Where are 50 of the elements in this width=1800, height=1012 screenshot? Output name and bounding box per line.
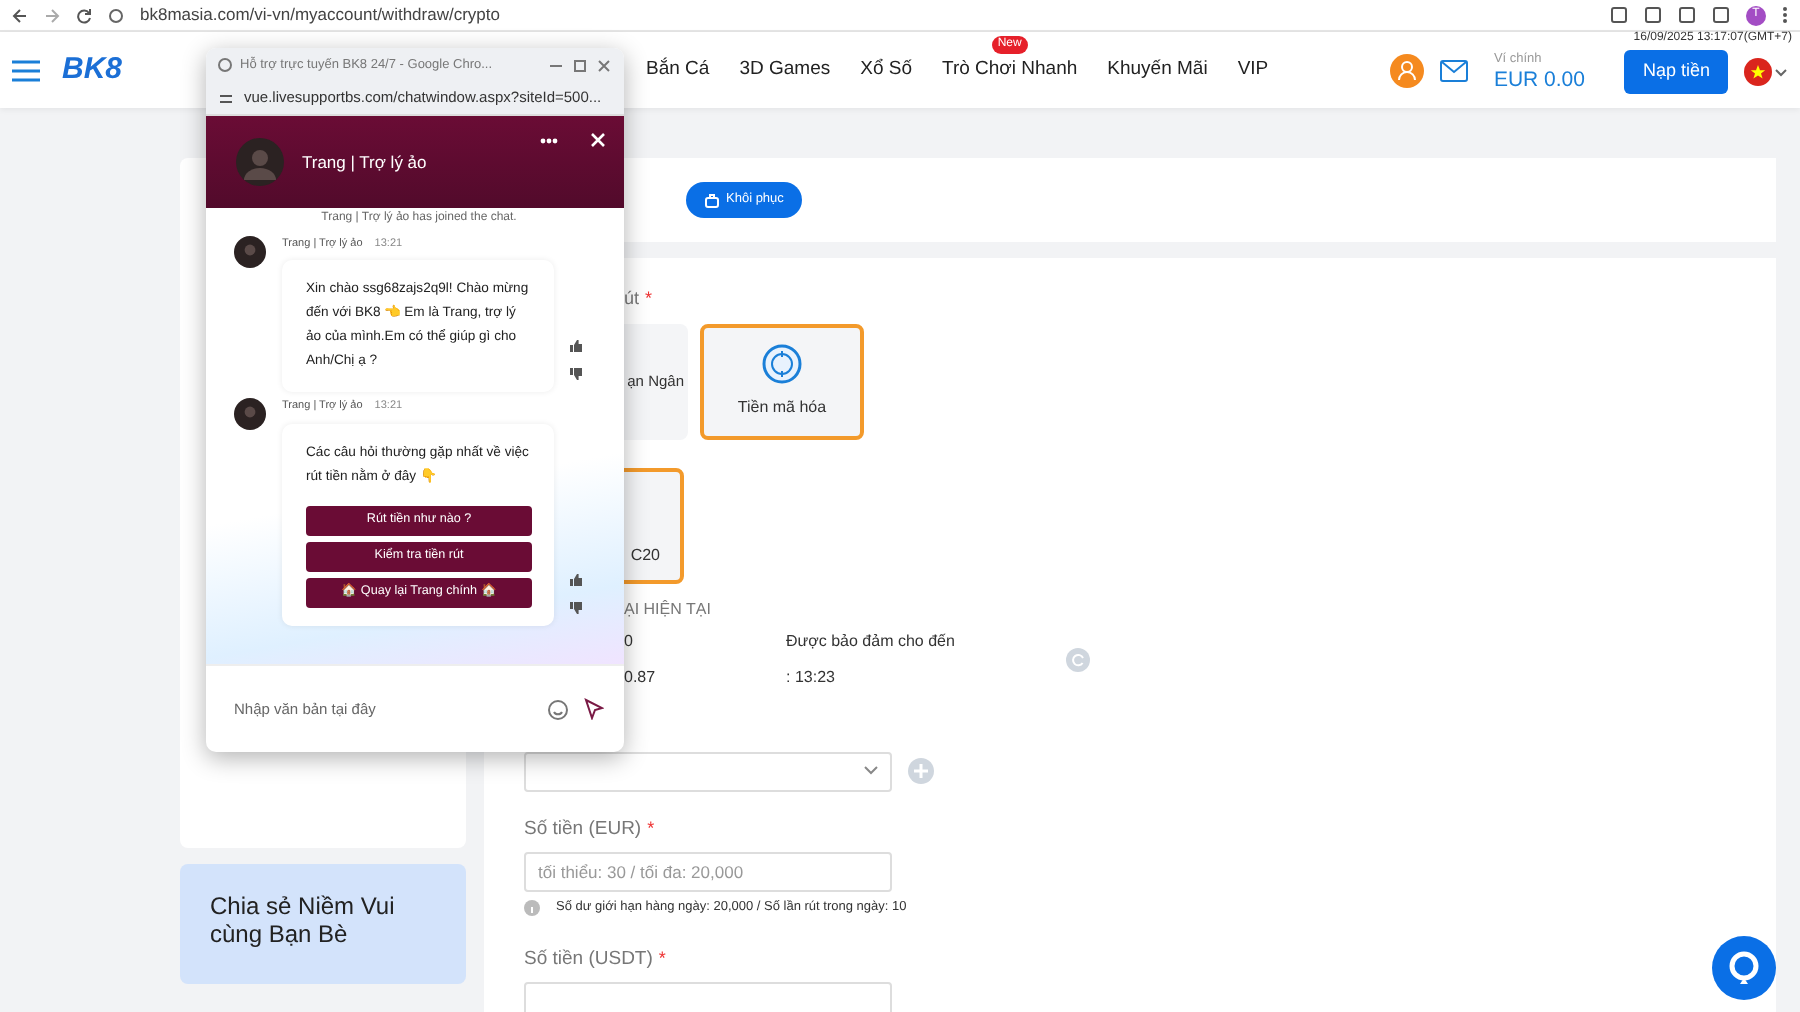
bag-icon: [704, 192, 720, 208]
chevron-icon: [864, 766, 878, 776]
reload-icon[interactable]: [76, 7, 92, 23]
field-label: Số tiền (USDT): [524, 945, 653, 973]
deposit-button[interactable]: Nạp tiền: [1624, 50, 1728, 94]
menu-icon[interactable]: [12, 59, 40, 81]
required-mark: *: [658, 945, 666, 971]
guarantee-label: Được bảo đảm cho đến: [786, 629, 957, 653]
wallet-balance: EUR 0.00: [1493, 70, 1585, 92]
maximize-icon[interactable]: [572, 57, 588, 73]
info-icon: [524, 899, 540, 916]
exchange-rate: 0.87: [624, 665, 658, 689]
payment-method-option[interactable]: Tiền mã hóa: [700, 323, 864, 439]
field-label: Số tiền (EUR): [524, 815, 642, 843]
agent-name: Trang | Trợ lý ảo: [302, 149, 429, 175]
promo-card[interactable]: Chia sẻ Niềm Vui cùng Bạn Bè: [180, 864, 466, 984]
required-mark: *: [647, 815, 655, 841]
site-logo[interactable]: BK8: [62, 47, 123, 93]
site-info-icon[interactable]: [218, 91, 234, 105]
thumbs-up-icon[interactable]: [570, 340, 582, 353]
nav-link[interactable]: Xổ Số: [860, 57, 912, 80]
required-mark: *: [645, 286, 653, 312]
guarantee-time: : 13:23: [786, 665, 837, 689]
nav-link[interactable]: Trò Chơi Nhanh: [942, 57, 1078, 80]
back-icon[interactable]: [12, 7, 28, 23]
address-bar[interactable]: bk8masia.com/vi-vn/myaccount/withdraw/crypto: [140, 2, 500, 28]
thumbs-down-icon[interactable]: [570, 601, 582, 613]
more-icon[interactable]: [540, 137, 558, 143]
rate-heading: ẠI HIỆN TẠI: [624, 597, 711, 621]
agent-avatar: [234, 398, 266, 431]
amount-input[interactable]: tối thiểu: 30 / tối đa: 20,000: [524, 851, 892, 892]
method-label: út: [624, 286, 640, 312]
thumbs-down-icon[interactable]: [570, 368, 582, 381]
rate-label: 0: [624, 629, 635, 653]
send-cursor-icon[interactable]: [584, 698, 604, 720]
nav-link[interactable]: Khuyến Mãi: [1107, 57, 1208, 80]
mail-icon[interactable]: [1439, 59, 1468, 81]
agent-avatar: [236, 138, 284, 186]
agent-avatar: [234, 236, 266, 268]
nav-link[interactable]: 3D Games: [739, 57, 831, 80]
amount-input[interactable]: [524, 981, 892, 1012]
nav-link[interactable]: VIP: [1237, 57, 1269, 80]
flag-icon[interactable]: [1744, 58, 1788, 86]
thumbs-up-icon[interactable]: [570, 573, 582, 585]
coin-icon: [762, 343, 802, 383]
chat-bubble-icon: [1728, 950, 1760, 986]
site-info-icon[interactable]: [108, 7, 124, 23]
emoji-icon[interactable]: [548, 699, 568, 719]
nav-link[interactable]: Bắn Cá: [646, 57, 710, 80]
more-menu-icon[interactable]: [1782, 6, 1788, 24]
